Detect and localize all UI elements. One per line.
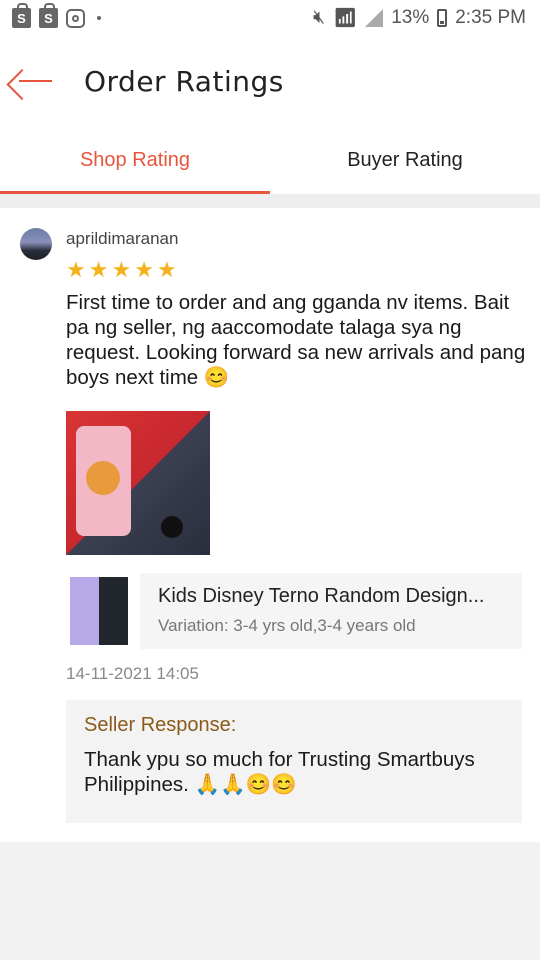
wifi-icon: 📶︎ — [333, 8, 358, 29]
shopping-bag-icon: S — [12, 3, 31, 28]
seller-response-label: Seller Response: — [84, 714, 237, 736]
review-comment-text: First time to order and ang gganda nv it… — [66, 291, 526, 389]
review-comment-emoji: 😊 — [203, 366, 230, 389]
product-name: Kids Disney Terno Random Design... — [158, 585, 485, 607]
product-variation: Variation: 3-4 yrs old,3-4 years old — [158, 616, 416, 635]
review-comment: First time to order and ang gganda nv it… — [66, 290, 526, 390]
star-icon: ★ — [156, 257, 177, 282]
clock: 2:35 PM — [455, 7, 526, 28]
app-header: Order Ratings — [0, 36, 540, 126]
dot-icon — [97, 16, 101, 20]
product-card[interactable]: Kids Disney Terno Random Design... Varia… — [66, 573, 522, 649]
rating-tabs: Shop Rating Buyer Rating — [0, 126, 540, 194]
arrow-left-icon[interactable] — [0, 36, 70, 126]
photo-mouse-print — [161, 516, 183, 538]
signal-icon — [365, 9, 384, 27]
reviewer-username[interactable]: aprildimaranan — [66, 229, 178, 249]
section-divider — [0, 194, 540, 208]
star-rating: ★ ★ ★ ★ ★ — [66, 258, 177, 282]
avatar[interactable] — [20, 228, 52, 260]
status-bar: S S 🔇︎ 📶︎ 13% 2:35 PM — [0, 0, 540, 36]
star-icon: ★ — [134, 257, 154, 282]
product-info: Kids Disney Terno Random Design... Varia… — [140, 573, 522, 649]
star-icon: ★ — [111, 257, 132, 282]
status-left: S S — [12, 3, 101, 28]
product-thumbnail-image — [70, 577, 128, 645]
seller-response-emojis: 🙏🙏😊😊 — [194, 773, 297, 796]
shopping-bag-icon: S — [39, 3, 58, 28]
star-icon: ★ — [66, 257, 86, 282]
seller-response: Seller Response: Thank ypu so much for T… — [66, 700, 522, 823]
photo-character — [86, 461, 120, 495]
instagram-icon — [66, 8, 85, 28]
battery-icon — [437, 9, 448, 27]
page-title: Order Ratings — [84, 64, 284, 98]
product-thumbnail — [66, 573, 132, 649]
review-card: aprildimaranan ★ ★ ★ ★ ★ First time to o… — [0, 208, 540, 842]
review-date: 14-11-2021 14:05 — [66, 664, 199, 683]
mute-icon: 🔇︎ — [313, 7, 326, 28]
tab-buyer-rating[interactable]: Buyer Rating — [270, 126, 540, 194]
star-icon: ★ — [88, 257, 109, 282]
tab-shop-rating[interactable]: Shop Rating — [0, 126, 270, 194]
seller-response-text: Thank ypu so much for Trusting Smartbuys… — [84, 747, 504, 797]
review-photo[interactable] — [66, 411, 210, 555]
battery-percent: 13% — [391, 7, 430, 28]
status-right: 🔇︎ 📶︎ 13% 2:35 PM — [313, 6, 526, 30]
